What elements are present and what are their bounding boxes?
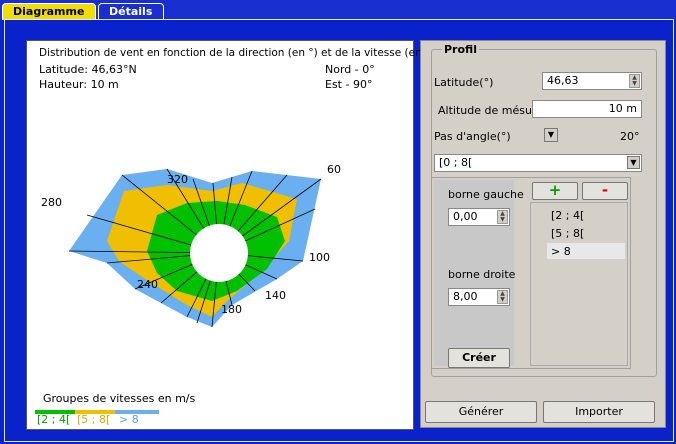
angle-label-180: 180 — [221, 303, 242, 316]
tab-details[interactable]: Détails — [98, 3, 164, 20]
chart-title: Distribution de vent en fonction de la d… — [39, 47, 449, 59]
legend-label-yellow: [5 ; 8[ — [77, 413, 111, 426]
center-hole — [190, 224, 248, 282]
range-list-item[interactable]: [5 ; 8[ — [551, 227, 584, 240]
profil-panel: Profil Latitude(°) 46,63 ▲ ▼ Altitude de … — [420, 40, 666, 428]
latitude-spinner[interactable]: ▲ ▼ — [629, 74, 640, 88]
range-select-arrow[interactable]: ▼ — [627, 156, 640, 169]
borne-droite-label: borne droite — [448, 268, 516, 281]
pas-dropdown-arrow[interactable]: ▼ — [544, 128, 558, 142]
angle-label-280: 280 — [41, 196, 62, 209]
chart-hauteur: Hauteur: 10 m — [39, 78, 119, 91]
borne-droite-input[interactable]: 8,00 ▲ ▼ — [448, 288, 510, 306]
angle-label-100: 100 — [309, 251, 330, 264]
profil-title: Profil — [442, 43, 479, 56]
generer-button[interactable]: Générer — [425, 401, 537, 423]
borne-gauche-value: 0,00 — [453, 210, 478, 223]
chart-nord: Nord - 0° — [325, 63, 375, 76]
latitude-label: Latitude(°) — [434, 76, 494, 89]
range-list: [2 ; 4[ [5 ; 8[ > 8 — [530, 202, 628, 366]
angle-label-240: 240 — [137, 278, 158, 291]
borne-gauche-label: borne gauche — [448, 188, 524, 201]
borne-panel: borne gauche 0,00 ▲ ▼ borne droite 8,00 ▲… — [434, 180, 524, 368]
tab-bar: Diagramme Détails — [0, 0, 676, 20]
tab-diagramme[interactable]: Diagramme — [2, 3, 96, 20]
importer-button[interactable]: Importer — [543, 401, 655, 423]
range-select[interactable]: [0 ; 8[ ▼ — [434, 154, 642, 172]
angle-label-60: 60 — [327, 163, 341, 176]
chart-latitude: Latitude: 46,63°N — [39, 63, 137, 76]
legend-label-green: [2 ; 4[ — [37, 413, 71, 426]
legend-label-blue: > 8 — [119, 413, 139, 426]
altitude-label: Altitude de mésure — [438, 104, 543, 117]
altitude-input[interactable]: 10 m — [532, 100, 642, 118]
chart-est: Est - 90° — [325, 78, 373, 91]
legend-title: Groupes de vitesses en m/s — [43, 392, 196, 405]
latitude-value: 46,63 — [547, 74, 579, 87]
borne-droite-spinner[interactable]: ▲ ▼ — [497, 290, 508, 304]
creer-button[interactable]: Créer — [448, 348, 510, 368]
latitude-input[interactable]: 46,63 ▲ ▼ — [542, 72, 642, 90]
range-editor: borne gauche 0,00 ▲ ▼ borne droite 8,00 ▲… — [431, 177, 631, 369]
angle-label-140: 140 — [265, 289, 286, 302]
remove-range-button[interactable]: - — [582, 182, 628, 200]
pas-label: Pas d'angle(°) — [434, 130, 511, 143]
wind-chart: Distribution de vent en fonction de la d… — [26, 40, 448, 430]
range-list-item-selected[interactable]: > 8 — [551, 245, 571, 258]
pas-value: 20° — [620, 130, 640, 143]
range-list-item[interactable]: [2 ; 4[ — [551, 209, 584, 222]
borne-gauche-spinner[interactable]: ▲ ▼ — [497, 210, 508, 224]
borne-gauche-input[interactable]: 0,00 ▲ ▼ — [448, 208, 510, 226]
angle-label-320: 320 — [167, 173, 188, 186]
range-select-value: [0 ; 8[ — [439, 156, 473, 169]
add-range-button[interactable]: + — [532, 182, 578, 200]
wind-rose-svg — [68, 168, 322, 328]
borne-droite-value: 8,00 — [453, 290, 478, 303]
